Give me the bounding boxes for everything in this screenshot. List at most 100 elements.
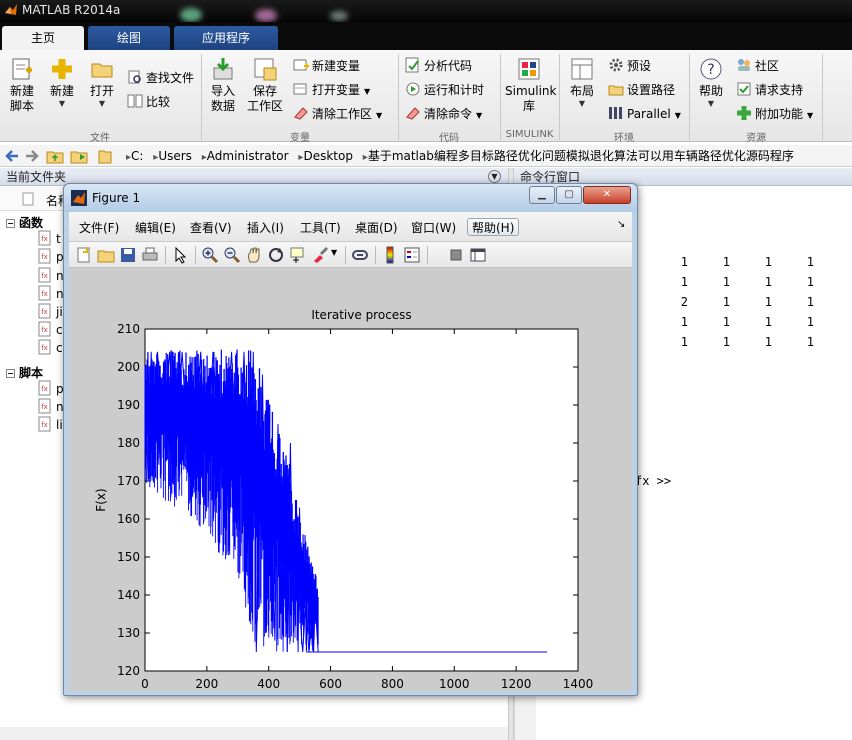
save-icon[interactable] <box>119 246 137 264</box>
import-data-button[interactable]: 导入 数据 <box>205 56 241 114</box>
hide-plot-tools-icon[interactable] <box>447 246 465 264</box>
figure-titlebar[interactable]: Figure 1 ▁ ▢ ✕ <box>64 184 637 212</box>
tab-plots[interactable]: 绘图 <box>88 26 170 50</box>
open-icon[interactable] <box>97 246 115 264</box>
simulink-library-button[interactable]: Simulink 库 <box>505 56 556 114</box>
menu-window[interactable]: 窗口(W) <box>411 219 456 237</box>
link-icon[interactable] <box>351 246 369 264</box>
chevron-down-icon[interactable]: ▼ <box>331 248 337 257</box>
matrix-cell: 1 <box>680 335 688 349</box>
colorbar-icon[interactable] <box>381 246 399 264</box>
clear-commands-button[interactable]: 清除命令 ▼ <box>405 104 482 124</box>
breadcrumb-item[interactable]: Administrator <box>207 149 289 163</box>
help-button[interactable]: ? 帮助 ▼ <box>694 56 728 109</box>
file-list-item[interactable]: fx n <box>38 285 64 301</box>
tree-section-label: 脚本 <box>19 365 44 380</box>
zoom-in-icon[interactable] <box>201 246 219 264</box>
collapse-toggle-icon[interactable]: − <box>6 368 15 378</box>
parallel-button[interactable]: Parallel ▼ <box>608 104 681 124</box>
chevron-down-icon: ▼ <box>807 111 814 120</box>
zoom-out-icon[interactable] <box>223 246 241 264</box>
clear-workspace-button[interactable]: 清除工作区 ▼ <box>293 104 382 124</box>
menu-help[interactable]: 帮助(H) <box>467 218 520 236</box>
request-support-button[interactable]: 请求支持 <box>736 80 803 100</box>
maximize-button[interactable]: ▢ <box>556 186 582 204</box>
new-variable-button[interactable]: 新建变量 <box>293 56 360 76</box>
back-arrow-icon[interactable] <box>4 148 20 164</box>
command-prompt[interactable]: fx >> <box>635 474 671 488</box>
save-workspace-icon <box>254 58 277 81</box>
find-files-icon <box>128 70 141 84</box>
file-list-item[interactable]: fx li <box>38 416 63 432</box>
m-file-icon: fx <box>38 339 51 355</box>
breadcrumb-item[interactable]: C: <box>131 149 143 163</box>
svg-text:fx: fx <box>41 253 48 261</box>
new-script-button[interactable]: 新建 脚本 <box>4 56 40 114</box>
addons-button[interactable]: 附加功能 ▼ <box>736 104 813 124</box>
layout-icon <box>571 58 593 80</box>
menu-file[interactable]: 文件(F) <box>79 219 119 237</box>
file-list-item[interactable]: fx n <box>38 398 64 414</box>
file-list-item[interactable]: fx t <box>38 230 61 246</box>
save-workspace-button[interactable]: 保存 工作区 <box>245 56 285 114</box>
figure-canvas[interactable]: Iterative processIteration numberF(x)020… <box>69 269 632 691</box>
menu-view[interactable]: 查看(V) <box>190 219 232 237</box>
pointer-icon[interactable] <box>171 246 189 264</box>
matrix-row: 1 1 1 1 <box>646 315 814 329</box>
new-figure-icon[interactable] <box>75 246 93 264</box>
close-button[interactable]: ✕ <box>583 186 631 204</box>
menu-desktop[interactable]: 桌面(D) <box>355 219 398 237</box>
up-folder-icon[interactable] <box>46 148 64 164</box>
file-list-item[interactable]: fx p <box>38 380 64 396</box>
brush-icon[interactable] <box>311 246 329 264</box>
breadcrumb-item[interactable]: Users <box>158 149 192 163</box>
legend-icon[interactable] <box>403 246 421 264</box>
forward-arrow-icon[interactable] <box>24 148 40 164</box>
file-list-item[interactable]: fx ji <box>38 303 63 319</box>
new-button[interactable]: 新建 ▼ <box>44 56 80 109</box>
tree-section[interactable]: − 函数 <box>6 214 43 231</box>
breadcrumb-item[interactable]: Desktop <box>303 149 353 163</box>
menubar-overflow-icon[interactable]: ↘ <box>617 219 625 230</box>
open-variable-button[interactable]: 打开变量 ▼ <box>293 80 370 100</box>
tree-section[interactable]: − 脚本 <box>6 364 43 381</box>
chevron-down-icon: ▼ <box>376 111 383 120</box>
breadcrumb-item[interactable]: 基于matlab编程多目标路径优化问题模拟退化算法可以用车辆路径优化源码程序 <box>368 149 794 163</box>
layout-button[interactable]: 布局 ▼ <box>564 56 600 109</box>
figure-window[interactable]: Figure 1 ▁ ▢ ✕ 文件(F) 编辑(E) 查看(V) 插入(I) 工… <box>63 183 638 696</box>
browse-folder-icon[interactable] <box>70 148 88 164</box>
plot-axes[interactable]: Iterative processIteration numberF(x)020… <box>69 269 632 691</box>
file-list-item[interactable]: fx c <box>38 339 63 355</box>
rotate-icon[interactable] <box>267 246 285 264</box>
community-button[interactable]: 社区 <box>736 56 779 76</box>
m-file-icon: fx <box>38 380 51 396</box>
addons-plus-icon <box>737 106 751 120</box>
analyze-code-label: 分析代码 <box>424 59 473 73</box>
menu-insert[interactable]: 插入(I) <box>247 219 284 237</box>
menu-tools[interactable]: 工具(T) <box>300 219 341 237</box>
minimize-button[interactable]: ▁ <box>529 186 555 204</box>
run-and-time-button[interactable]: 运行和计时 <box>405 80 484 100</box>
pan-icon[interactable] <box>245 246 263 264</box>
file-list-item[interactable]: fx n <box>38 267 64 283</box>
set-path-button[interactable]: 设置路径 <box>608 80 675 100</box>
tab-apps[interactable]: 应用程序 <box>174 26 278 50</box>
menu-edit[interactable]: 编辑(E) <box>135 219 176 237</box>
file-list-item[interactable]: fx c <box>38 321 63 337</box>
collapse-toggle-icon[interactable]: − <box>6 219 15 228</box>
data-cursor-icon[interactable] <box>289 246 307 264</box>
open-button[interactable]: 打开 ▼ <box>84 56 120 109</box>
find-files-button[interactable]: 查找文件 <box>127 68 194 88</box>
run-and-time-icon <box>406 82 420 96</box>
compare-button[interactable]: 比较 <box>127 92 170 112</box>
x-tick-label: 400 <box>257 677 280 691</box>
panel-menu-icon[interactable]: ▼ <box>488 170 501 183</box>
matrix-cell: 1 <box>722 275 730 289</box>
preferences-button[interactable]: 预设 <box>608 56 651 76</box>
analyze-code-button[interactable]: 分析代码 <box>405 56 472 76</box>
tab-home[interactable]: 主页 <box>2 26 84 50</box>
x-tick-label: 1000 <box>439 677 470 691</box>
file-list-item[interactable]: fx p <box>38 248 64 264</box>
print-icon[interactable] <box>141 246 159 264</box>
show-plot-tools-icon[interactable] <box>469 246 487 264</box>
